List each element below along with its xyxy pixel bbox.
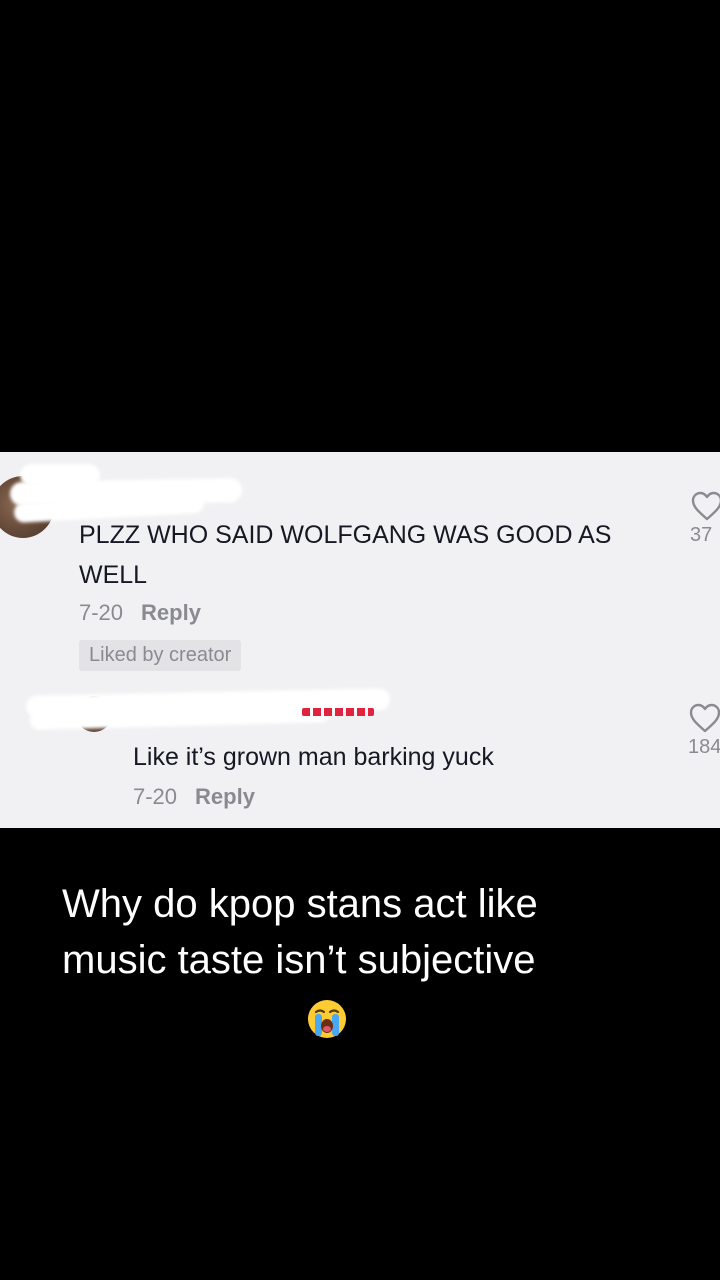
reply-date: 7-20	[133, 784, 178, 809]
heart-icon[interactable]	[688, 702, 720, 734]
creator-label-fragment	[302, 708, 374, 716]
comment-meta: 7-20 Reply	[79, 600, 201, 626]
reply-meta: 7-20 Reply	[133, 784, 255, 810]
comment-text: PLZZ WHO SAID WOLFGANG WAS GOOD AS WELL	[79, 521, 612, 589]
like-count: 184	[688, 736, 720, 758]
like-group: 37	[690, 490, 720, 547]
caption-line: Why do kpop stans act like	[62, 882, 538, 926]
comment-screenshot: PLZZ WHO SAID WOLFGANG WAS GOOD AS WELL …	[0, 452, 720, 828]
like-group: 184	[688, 702, 720, 759]
reply-button[interactable]: Reply	[141, 600, 201, 626]
caption-line: music taste isn’t subjective	[62, 938, 536, 982]
loudly-crying-face-icon	[308, 1000, 346, 1038]
reply-button[interactable]: Reply	[195, 784, 255, 810]
comment-date: 7-20	[79, 600, 124, 625]
video-caption: Why do kpop stans act like music taste i…	[62, 876, 662, 988]
like-count: 37	[690, 524, 713, 546]
heart-icon[interactable]	[690, 490, 720, 522]
liked-by-creator-badge: Liked by creator	[79, 640, 242, 671]
reply-comment-text: Like it’s grown man barking yuck	[133, 743, 494, 771]
